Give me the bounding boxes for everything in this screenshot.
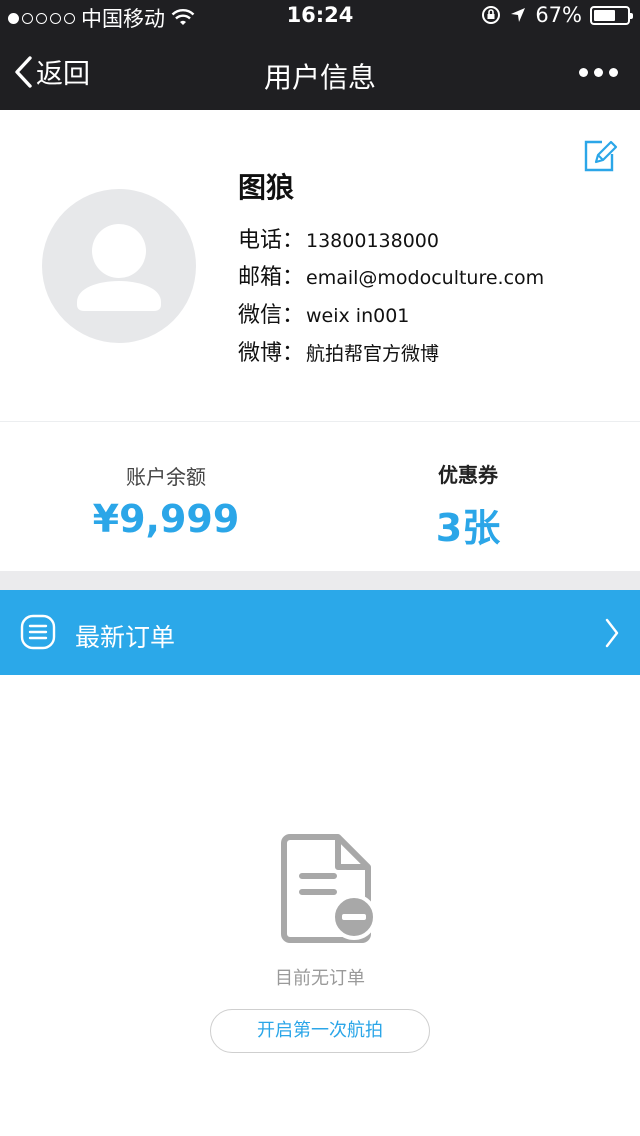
status-bar: 中国移动 16:24 67% bbox=[0, 0, 640, 34]
no-document-icon bbox=[281, 834, 376, 943]
edit-icon bbox=[584, 140, 618, 172]
empty-orders-text: 目前无订单 bbox=[275, 968, 365, 989]
account-stats: 账户余额 ¥9,999 优惠券 3张 bbox=[0, 423, 640, 571]
coupon-stat[interactable]: 优惠券 3张 bbox=[308, 423, 628, 571]
balance-label: 账户余额 bbox=[126, 465, 206, 489]
email-label: 邮箱： bbox=[238, 265, 305, 290]
coupon-value: 3张 bbox=[435, 506, 501, 550]
battery-percent: 67% bbox=[535, 3, 582, 27]
start-first-flight-button[interactable]: 开启第一次航拍 bbox=[210, 1009, 430, 1053]
list-icon bbox=[20, 614, 56, 650]
more-dots-icon[interactable] bbox=[579, 68, 618, 77]
user-placeholder-icon bbox=[77, 224, 161, 311]
user-name: 图狼 bbox=[238, 171, 295, 204]
wechat-row: 微信： weix in001 bbox=[238, 297, 409, 329]
battery-icon bbox=[590, 5, 633, 25]
email-row: 邮箱： email@modoculture.com bbox=[238, 259, 544, 291]
wechat-value: weix in001 bbox=[306, 305, 410, 327]
phone-value[interactable]: 13800138000 bbox=[306, 230, 439, 252]
chevron-right-icon bbox=[605, 618, 619, 648]
nav-bar: 返回 用户信息 bbox=[0, 34, 640, 110]
latest-orders-label: 最新订单 bbox=[75, 623, 176, 652]
weibo-label: 微博： bbox=[238, 341, 305, 366]
location-icon bbox=[511, 8, 526, 22]
profile-card: 图狼 电话： 13800138000 邮箱： email@modoculture… bbox=[0, 114, 640, 422]
phone-row: 电话： 13800138000 bbox=[238, 222, 439, 254]
wechat-label: 微信： bbox=[238, 303, 305, 328]
balance-value: ¥9,999 bbox=[92, 497, 240, 541]
section-divider bbox=[0, 571, 640, 590]
edit-profile-button[interactable] bbox=[582, 138, 618, 174]
weibo-row: 微博： 航拍帮官方微博 bbox=[238, 335, 439, 367]
rotation-lock-icon bbox=[482, 6, 501, 24]
balance-stat[interactable]: 账户余额 ¥9,999 bbox=[6, 423, 326, 571]
weibo-value[interactable]: 航拍帮官方微博 bbox=[306, 339, 439, 366]
latest-orders-row[interactable]: 最新订单 bbox=[0, 590, 640, 675]
email-value[interactable]: email@modoculture.com bbox=[306, 267, 544, 289]
status-right: 67% bbox=[481, 3, 633, 27]
page-title: 用户信息 bbox=[263, 61, 376, 94]
phone-label: 电话： bbox=[238, 228, 305, 253]
coupon-label: 优惠券 bbox=[438, 463, 498, 487]
avatar[interactable] bbox=[42, 189, 196, 343]
